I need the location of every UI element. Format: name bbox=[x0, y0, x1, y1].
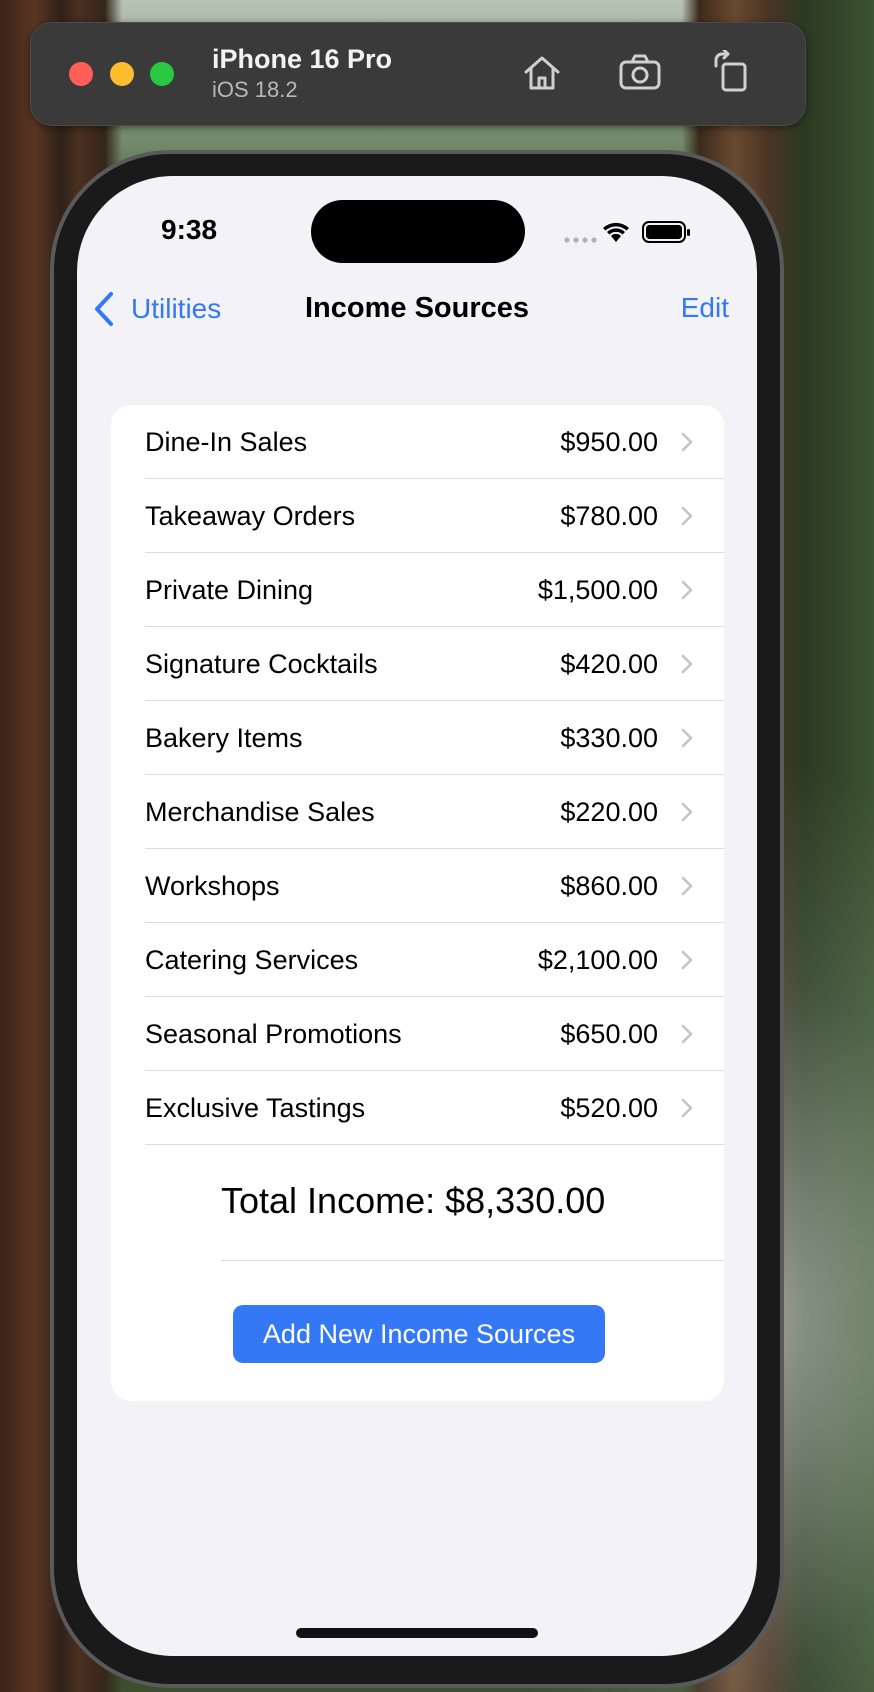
income-row[interactable]: Signature Cocktails $420.00 bbox=[145, 627, 724, 701]
battery-icon bbox=[642, 221, 690, 243]
page-title: Income Sources bbox=[304, 292, 530, 324]
add-income-sources-button[interactable]: Add New Income Sources bbox=[233, 1305, 605, 1363]
edit-button[interactable]: Edit bbox=[681, 292, 729, 324]
income-row[interactable]: Workshops $860.00 bbox=[145, 849, 724, 923]
income-amount: $950.00 bbox=[560, 426, 658, 457]
status-icons bbox=[563, 218, 703, 248]
income-name: Bakery Items bbox=[145, 722, 303, 753]
chevron-right-icon bbox=[681, 1098, 693, 1118]
chevron-right-icon bbox=[681, 506, 693, 526]
chevron-right-icon bbox=[681, 432, 693, 452]
income-amount: $330.00 bbox=[560, 722, 658, 753]
rotate-icon[interactable] bbox=[710, 48, 754, 94]
chevron-right-icon bbox=[681, 654, 693, 674]
dynamic-island bbox=[311, 200, 525, 263]
income-row[interactable]: Dine-In Sales $950.00 bbox=[145, 405, 724, 479]
income-name: Exclusive Tastings bbox=[145, 1092, 366, 1123]
zoom-window-button[interactable] bbox=[150, 62, 174, 86]
income-row[interactable]: Private Dining $1,500.00 bbox=[145, 553, 724, 627]
device-os-version: iOS 18.2 bbox=[212, 77, 298, 102]
screenshot-icon[interactable] bbox=[618, 50, 662, 94]
income-row[interactable]: Merchandise Sales $220.00 bbox=[145, 775, 724, 849]
income-row[interactable]: Bakery Items $330.00 bbox=[145, 701, 724, 775]
row-divider bbox=[145, 1144, 724, 1145]
income-name: Private Dining bbox=[145, 574, 314, 605]
chevron-right-icon bbox=[681, 876, 693, 896]
device-name: iPhone 16 Pro bbox=[212, 44, 393, 74]
close-window-button[interactable] bbox=[69, 62, 93, 86]
chevron-right-icon bbox=[681, 1024, 693, 1044]
cellular-icon bbox=[564, 237, 597, 243]
chevron-right-icon bbox=[681, 802, 693, 822]
total-divider bbox=[221, 1260, 724, 1261]
income-amount: $520.00 bbox=[560, 1092, 658, 1123]
income-row[interactable]: Exclusive Tastings $520.00 bbox=[145, 1071, 724, 1145]
income-name: Signature Cocktails bbox=[145, 648, 378, 679]
income-name: Workshops bbox=[145, 870, 280, 901]
income-row[interactable]: Seasonal Promotions $650.00 bbox=[145, 997, 724, 1071]
app-screen: 9:38 Utilities Income Sources Edit Dine-… bbox=[77, 176, 757, 1656]
home-indicator[interactable] bbox=[296, 1628, 538, 1638]
income-name: Takeaway Orders bbox=[145, 500, 356, 531]
income-amount: $650.00 bbox=[560, 1018, 658, 1049]
income-name: Seasonal Promotions bbox=[145, 1018, 402, 1049]
chevron-right-icon bbox=[681, 950, 693, 970]
income-amount: $1,500.00 bbox=[537, 574, 658, 605]
income-amount: $780.00 bbox=[560, 500, 658, 531]
minimize-window-button[interactable] bbox=[110, 62, 134, 86]
total-income: Total Income: $8,330.00 bbox=[221, 1180, 606, 1221]
simulator-toolbar bbox=[30, 22, 806, 126]
chevron-right-icon bbox=[681, 580, 693, 600]
chevron-right-icon bbox=[681, 728, 693, 748]
income-sources-card: Dine-In Sales $950.00 Takeaway Orders $7… bbox=[111, 405, 724, 1401]
income-name: Catering Services bbox=[145, 944, 359, 975]
wifi-icon bbox=[603, 222, 629, 242]
income-amount: $860.00 bbox=[560, 870, 658, 901]
income-amount: $420.00 bbox=[560, 648, 658, 679]
income-amount: $2,100.00 bbox=[537, 944, 658, 975]
income-name: Merchandise Sales bbox=[145, 796, 375, 827]
status-time: 9:38 bbox=[161, 214, 218, 245]
income-amount: $220.00 bbox=[560, 796, 658, 827]
income-name: Dine-In Sales bbox=[145, 426, 308, 457]
home-icon[interactable] bbox=[520, 50, 564, 94]
income-row[interactable]: Catering Services $2,100.00 bbox=[145, 923, 724, 997]
income-row[interactable]: Takeaway Orders $780.00 bbox=[145, 479, 724, 553]
